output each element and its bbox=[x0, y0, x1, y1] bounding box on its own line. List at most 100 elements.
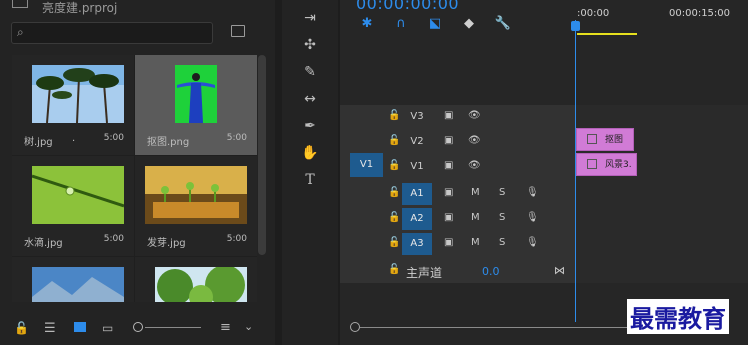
tree-thumbnail bbox=[32, 65, 124, 123]
lock-icon[interactable]: 🔓 bbox=[14, 321, 29, 335]
time-ruler[interactable]: :00:00 00:00:15:00 bbox=[575, 0, 748, 36]
mute-label[interactable]: M bbox=[471, 212, 480, 223]
master-track: 🔓 主声道 0.0 ⋈ bbox=[340, 261, 575, 283]
film-icon[interactable]: ▣ bbox=[444, 135, 453, 146]
scroll-track[interactable] bbox=[360, 327, 630, 328]
media-item-duration: 5:00 bbox=[103, 234, 124, 244]
zoom-slider-handle[interactable] bbox=[133, 322, 143, 332]
ripple-edit-icon[interactable]: ✣ bbox=[300, 37, 320, 55]
clip-cutout[interactable]: 抠图 bbox=[576, 128, 634, 151]
mute-label[interactable]: M bbox=[471, 237, 480, 248]
film-icon[interactable]: ▣ bbox=[444, 212, 453, 223]
marker-icon[interactable]: ◆ bbox=[460, 16, 478, 34]
media-item-sprout[interactable]: 发芽.jpg 5:00 bbox=[135, 156, 257, 256]
mic-icon[interactable]: 🎙 bbox=[526, 212, 539, 223]
film-icon[interactable]: ▣ bbox=[444, 187, 453, 198]
fx-badge bbox=[587, 134, 597, 144]
project-panel: 亮度建.prproj ⌕ 树.jpg . 5:00 抠图.png 5:00 水滴… bbox=[0, 0, 275, 345]
track-name[interactable]: V3 bbox=[402, 106, 432, 128]
track-name[interactable]: A1 bbox=[402, 183, 432, 205]
bowtie-icon[interactable]: ⋈ bbox=[554, 264, 565, 277]
track-name[interactable]: V1 bbox=[402, 156, 432, 178]
track-name[interactable]: V2 bbox=[402, 131, 432, 153]
timecode-display[interactable]: 00:00:00:00 bbox=[356, 0, 459, 13]
track-name[interactable]: A3 bbox=[402, 233, 432, 255]
eye-icon[interactable]: 👁 bbox=[468, 110, 481, 121]
lock-icon[interactable]: 🔓 bbox=[388, 160, 400, 171]
media-item-leaves[interactable] bbox=[135, 257, 257, 302]
track-v2: 🔓 V2 ▣ 👁 bbox=[340, 130, 575, 155]
film-icon[interactable]: ▣ bbox=[444, 110, 453, 121]
project-title: 亮度建.prproj bbox=[42, 1, 118, 15]
new-bin-icon[interactable] bbox=[231, 25, 245, 37]
icon-view-icon[interactable] bbox=[74, 322, 86, 332]
add-marker-icon[interactable]: ⬕ bbox=[426, 16, 444, 34]
source-v1[interactable]: V1 bbox=[350, 153, 383, 177]
lock-icon[interactable]: 🔓 bbox=[388, 187, 400, 198]
sort-icon[interactable]: ≡ bbox=[220, 320, 231, 335]
solo-label[interactable]: S bbox=[499, 237, 505, 248]
snap-icon[interactable]: ✱ bbox=[358, 16, 376, 34]
eye-icon[interactable]: 👁 bbox=[468, 135, 481, 146]
lock-icon[interactable]: 🔓 bbox=[388, 212, 400, 223]
media-item-duration: 5:00 bbox=[103, 133, 124, 143]
fx-badge bbox=[587, 159, 597, 169]
project-scrollbar[interactable] bbox=[258, 55, 266, 255]
type-icon[interactable]: T bbox=[300, 172, 320, 190]
track-a2: 🔓 A2 ▣ M S 🎙 bbox=[340, 207, 575, 232]
razor-icon[interactable]: ✎ bbox=[300, 64, 320, 82]
media-item-drop[interactable]: 水滴.jpg 5:00 bbox=[12, 156, 134, 256]
solo-label[interactable]: S bbox=[499, 187, 505, 198]
mic-icon[interactable]: 🎙 bbox=[526, 237, 539, 248]
landscape-thumbnail bbox=[32, 267, 124, 302]
scroll-handle-left[interactable] bbox=[350, 322, 360, 332]
playhead[interactable] bbox=[575, 20, 576, 322]
media-grid: 树.jpg . 5:00 抠图.png 5:00 水滴.jpg 5:00 发芽.… bbox=[12, 55, 257, 302]
media-item-tree[interactable]: 树.jpg . 5:00 bbox=[12, 55, 134, 155]
premiere-workspace: 亮度建.prproj ⌕ 树.jpg . 5:00 抠图.png 5:00 水滴… bbox=[0, 0, 748, 345]
lock-icon[interactable]: 🔓 bbox=[388, 110, 400, 121]
playhead-handle[interactable] bbox=[571, 21, 580, 31]
master-volume[interactable]: 0.0 bbox=[482, 265, 500, 278]
media-item-name: 树.jpg bbox=[24, 137, 53, 148]
track-select-icon[interactable]: ⇥ bbox=[300, 10, 320, 28]
linked-selection-icon[interactable]: ∩ bbox=[392, 16, 410, 34]
lock-icon[interactable]: 🔓 bbox=[388, 135, 400, 146]
clip-label: 风景3. bbox=[605, 160, 632, 170]
list-view-icon[interactable]: ☰ bbox=[44, 321, 56, 336]
drop-thumbnail bbox=[32, 166, 124, 224]
lock-icon[interactable]: 🔓 bbox=[388, 237, 400, 248]
sprout-thumbnail bbox=[145, 166, 247, 224]
film-icon[interactable]: ▣ bbox=[444, 160, 453, 171]
work-area-bar[interactable] bbox=[577, 33, 637, 35]
chevron-down-icon[interactable]: ⌄ bbox=[244, 320, 253, 333]
clip-landscape[interactable]: 风景3. bbox=[576, 153, 637, 176]
solo-label[interactable]: S bbox=[499, 212, 505, 223]
hand-icon[interactable]: ✋ bbox=[300, 145, 320, 163]
media-item-duration: 5:00 bbox=[226, 133, 247, 143]
film-icon[interactable]: ▣ bbox=[444, 237, 453, 248]
media-item-duration: 5:00 bbox=[226, 234, 247, 244]
track-headers: 🔓 V3 ▣ 👁 🔓 V2 ▣ 👁 V1 🔓 V1 ▣ 👁 🔓 A1 ▣ M S… bbox=[340, 105, 575, 283]
ruler-start-label: :00:00 bbox=[577, 8, 610, 19]
search-icon: ⌕ bbox=[17, 25, 24, 39]
timeline-panel: 00:00:00:00 ✱ ∩ ⬕ ◆ 🔧 :00:00 00:00:15:00… bbox=[340, 0, 748, 345]
pen-icon[interactable]: ✒ bbox=[300, 118, 320, 136]
wrench-icon[interactable]: 🔧 bbox=[494, 16, 512, 34]
mute-label[interactable]: M bbox=[471, 187, 480, 198]
lock-icon[interactable]: 🔓 bbox=[388, 264, 400, 275]
media-item-extra: . bbox=[72, 133, 76, 144]
zoom-slider-track[interactable] bbox=[145, 327, 201, 328]
search-input[interactable]: ⌕ bbox=[11, 22, 213, 44]
track-v3: 🔓 V3 ▣ 👁 bbox=[340, 105, 575, 130]
eye-icon[interactable]: 👁 bbox=[468, 160, 481, 171]
mic-icon[interactable]: 🎙 bbox=[526, 187, 539, 198]
media-item-cutout[interactable]: 抠图.png 5:00 bbox=[135, 55, 257, 155]
track-name[interactable]: A2 bbox=[402, 208, 432, 230]
tools-panel: ⇥ ✣ ✎ ↔ ✒ ✋ T bbox=[282, 0, 338, 345]
freeform-view-icon[interactable]: ▭ bbox=[102, 321, 113, 335]
media-item-name: 抠图.png bbox=[147, 137, 190, 148]
tracks-area[interactable]: 抠图 风景3. bbox=[575, 105, 748, 283]
media-item-landscape[interactable] bbox=[12, 257, 134, 302]
slip-icon[interactable]: ↔ bbox=[300, 91, 320, 109]
